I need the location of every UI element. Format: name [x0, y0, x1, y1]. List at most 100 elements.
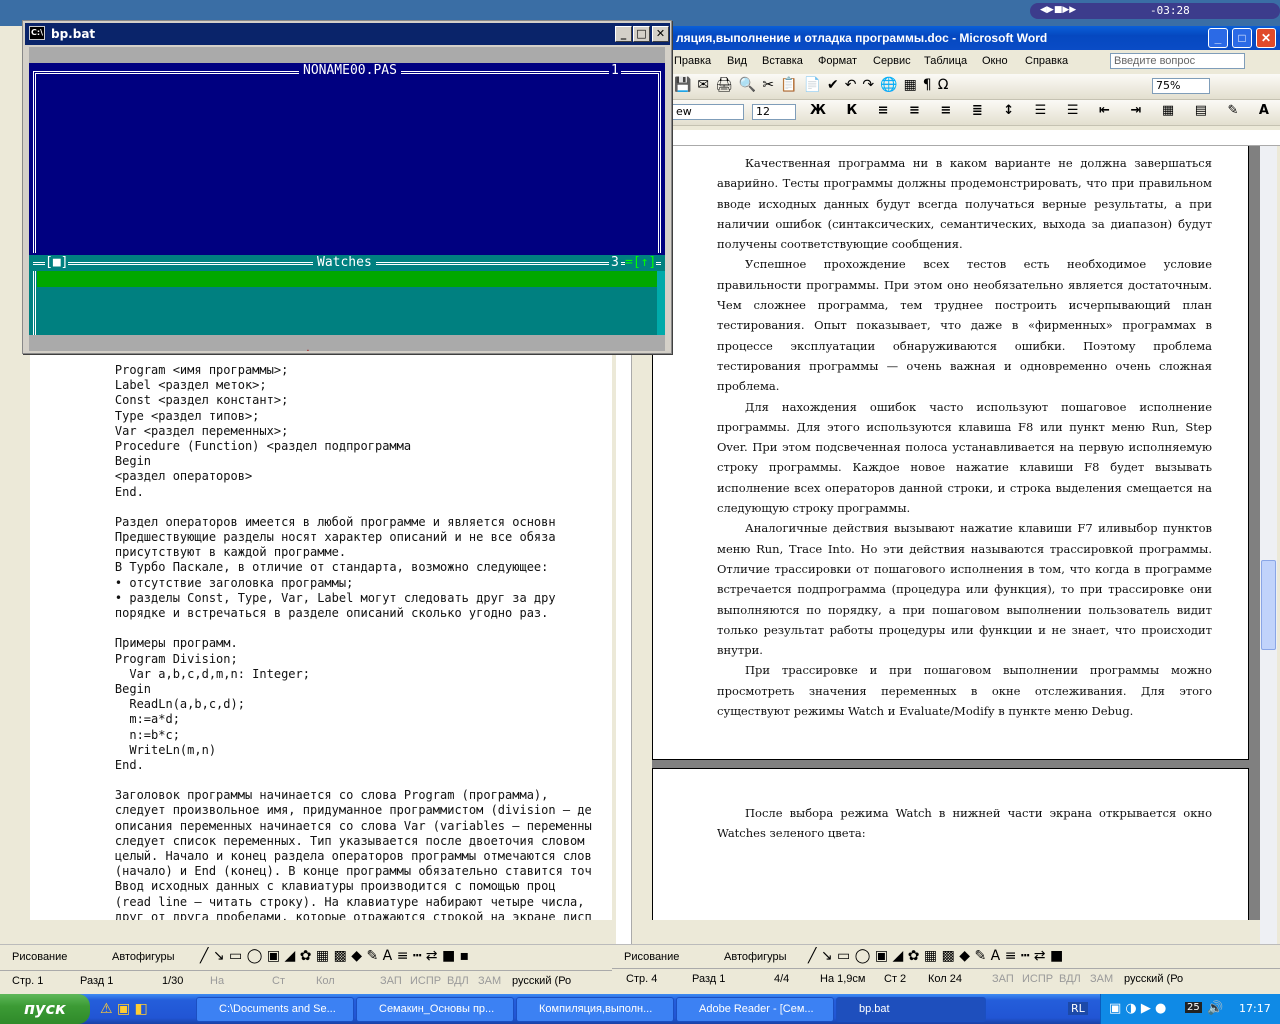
left-status-section: Разд 1: [80, 975, 114, 987]
tp-watch-highlight[interactable]: [37, 271, 657, 287]
text-line: (read line — читать строку). На клавиату…: [86, 894, 585, 909]
turbo-pascal-screen[interactable]: FileEditSearchRunCompileDebugToolsOption…: [29, 47, 665, 351]
tp-watches-header: [■] Watches 3 =[↑]: [29, 255, 665, 271]
task-word-semakin[interactable]: Семакин_Основы пр...: [356, 997, 514, 1022]
formatting-toolbar-icons[interactable]: Ж К ≡ ≡ ≡ ≣ ↕ ☰ ☰ ⇤ ⇥ ▦ ▤ ✎ A: [810, 103, 1277, 118]
word-maximize-button[interactable]: □: [1232, 28, 1252, 48]
tp-editor-number: 1: [609, 63, 621, 78]
paragraph: Аналогичные действия вызывают нажатие кл…: [717, 521, 1212, 658]
document-page-4: После выбора режима Watch в нижней части…: [652, 768, 1249, 920]
right-document-area[interactable]: Качественная программа ни в каком вариан…: [652, 146, 1260, 920]
task-label: Семакин_Основы пр...: [379, 1003, 495, 1015]
quicklaunch-icons[interactable]: ⚠ ▣ ◧: [100, 1001, 148, 1017]
dos-maximize-button[interactable]: □: [633, 26, 650, 42]
menu-table[interactable]: Таблица: [924, 55, 967, 67]
right-vertical-scrollbar[interactable]: [1260, 130, 1277, 946]
text-line: Begin: [86, 454, 152, 469]
status-rec: ЗАП: [992, 973, 1014, 985]
media-controls-icon[interactable]: ◀▶■▶▶: [1040, 5, 1076, 15]
text-line: m:=a*d;: [86, 712, 180, 727]
tp-editor-window[interactable]: NONAME00.PAS 1: [29, 63, 665, 255]
left-autoshapes-menu[interactable]: Автофигуры: [112, 951, 175, 963]
formatting-toolbar: ew 12 Ж К ≡ ≡ ≡ ≣ ↕ ☰ ☰ ⇤ ⇥ ▦ ▤ ✎ A: [612, 100, 1280, 126]
dos-window[interactable]: C:\ bp.bat _ □ ✕ FileEditSearchRunCompil…: [22, 20, 672, 354]
scroll-thumb[interactable]: [1261, 560, 1276, 650]
text-line: Var <раздел переменных>;: [86, 423, 289, 438]
ask-question-input[interactable]: Введите вопрос: [1110, 53, 1245, 69]
tray-icons[interactable]: ▣ ◑ ▶ ●: [1109, 1001, 1166, 1016]
left-document-text: Program <имя программы>; Label <раздел м…: [86, 363, 592, 920]
tray-number-badge[interactable]: 25: [1185, 1002, 1202, 1013]
task-bp-bat[interactable]: bp.bat: [836, 997, 986, 1022]
menu-help[interactable]: Справка: [1025, 55, 1068, 67]
status-page: Стр. 4: [626, 973, 658, 985]
left-document-page[interactable]: Program <имя программы>; Label <раздел м…: [30, 330, 612, 920]
zoom-select[interactable]: 75%: [1152, 78, 1210, 94]
right-draw-tools-icon[interactable]: ╱ ↘ ▭ ◯ ▣ ◢ ✿ ▦ ▩ ◆ ✎ A ≡ ┅ ⇄ ■: [808, 948, 1063, 964]
menu-window[interactable]: Окно: [982, 55, 1008, 67]
text-line: Type <раздел типов>;: [86, 408, 260, 423]
task-adobe-reader[interactable]: Adobe Reader - [Сем...: [676, 997, 834, 1022]
left-status-rec: ЗАП: [380, 975, 402, 987]
language-indicator[interactable]: RL: [1068, 1002, 1088, 1015]
left-status-lang: русский (Ро: [512, 975, 572, 987]
status-section: Разд 1: [692, 973, 726, 985]
menu-edit[interactable]: Правка: [674, 55, 711, 67]
text-line: [86, 621, 592, 636]
page3-text: Качественная программа ни в каком вариан…: [717, 153, 1212, 721]
tray-volume-icon[interactable]: 🔊: [1207, 1001, 1223, 1016]
left-draw-menu[interactable]: Рисование: [12, 951, 67, 963]
text-line: Label <раздел меток>;: [86, 378, 267, 393]
tp-watches-zoom-icon[interactable]: =[↑]: [625, 255, 657, 270]
dos-close-button[interactable]: ✕: [652, 26, 669, 42]
word-window-title: ляция,выполнение и отладка программы.doc…: [676, 31, 1048, 45]
text-line: WriteLn(m,n): [86, 742, 217, 757]
status-ext: ВДЛ: [1059, 973, 1081, 985]
tp-watches-close-icon[interactable]: [■]: [45, 255, 69, 270]
menu-format[interactable]: Формат: [818, 55, 857, 67]
text-line: Begin: [86, 681, 152, 696]
left-status-ovr: ЗАМ: [478, 975, 502, 987]
text-line: Раздел операторов имеется в любой програ…: [86, 514, 556, 529]
right-autoshapes-menu[interactable]: Автофигуры: [724, 951, 787, 963]
tp-watches-scrollbar[interactable]: [657, 271, 665, 335]
left-status-pages: 1/30: [162, 975, 184, 987]
document-page-3: Качественная программа ни в каком вариан…: [652, 146, 1249, 760]
word-close-button[interactable]: ✕: [1256, 28, 1276, 48]
text-line: друг от друга пробелами, которые отражаю…: [86, 909, 592, 920]
task-explorer[interactable]: C:\Documents and Se...: [196, 997, 354, 1022]
word-title-bar[interactable]: ляция,выполнение и отладка программы.doc…: [612, 26, 1280, 50]
menu-tools[interactable]: Сервис: [873, 55, 911, 67]
task-word-compile[interactable]: Компиляция,выполн...: [516, 997, 674, 1022]
menu-view[interactable]: Вид: [727, 55, 747, 67]
left-status-at: На: [210, 975, 225, 987]
word-minimize-button[interactable]: _: [1208, 28, 1228, 48]
media-player-bar[interactable]: ◀▶■▶▶ -03:28: [1030, 3, 1280, 19]
text-line: [86, 500, 592, 515]
status-ovr: ЗАМ: [1090, 973, 1114, 985]
left-line-tool-icon[interactable]: ╱ ↘ ▭ ◯ ▣ ◢ ✿ ▦ ▩ ◆ ✎ A ≡ ┅ ⇄ ■ ▪: [200, 948, 469, 964]
status-at: На 1,9см: [820, 973, 866, 985]
paragraph: Качественная программа ни в каком вариан…: [717, 156, 1212, 252]
status-col: Кол 24: [928, 973, 962, 985]
task-label: C:\Documents and Se...: [219, 1003, 336, 1015]
font-name-select[interactable]: ew: [672, 104, 744, 120]
dos-title-bar[interactable]: C:\ bp.bat _ □ ✕: [25, 23, 670, 45]
text-line: Ввод исходных данных с клавиатуры произв…: [86, 879, 556, 894]
left-drawing-toolbar: Рисование Автофигуры ╱ ↘ ▭ ◯ ▣ ◢ ✿ ▦ ▩ ◆…: [0, 944, 612, 970]
dos-minimize-button[interactable]: _: [615, 26, 632, 42]
paragraph: Успешное прохождение всех тестов есть не…: [717, 257, 1212, 394]
font-size-select[interactable]: 12: [752, 104, 796, 120]
tp-watches-window[interactable]: [29, 271, 665, 341]
task-label: Компиляция,выполн...: [539, 1003, 653, 1015]
text-line: В Турбо Паскале, в отличие от стандарта,…: [86, 560, 549, 575]
start-button[interactable]: пуск: [0, 994, 90, 1024]
menu-insert[interactable]: Вставка: [762, 55, 803, 67]
standard-toolbar-icons[interactable]: 💾✉🖨🔍✂📋📄✔↶↷🌐▦¶Ω: [674, 77, 954, 93]
right-draw-menu[interactable]: Рисование: [624, 951, 679, 963]
page4-text: После выбора режима Watch в нижней части…: [717, 803, 1212, 844]
left-status-col: Кол: [316, 975, 335, 987]
system-tray: ▣ ◑ ▶ ● 25 🔊 17:17: [1100, 994, 1280, 1024]
dos-app-icon[interactable]: C:\: [29, 26, 45, 40]
text-line: Program Division;: [86, 651, 238, 666]
